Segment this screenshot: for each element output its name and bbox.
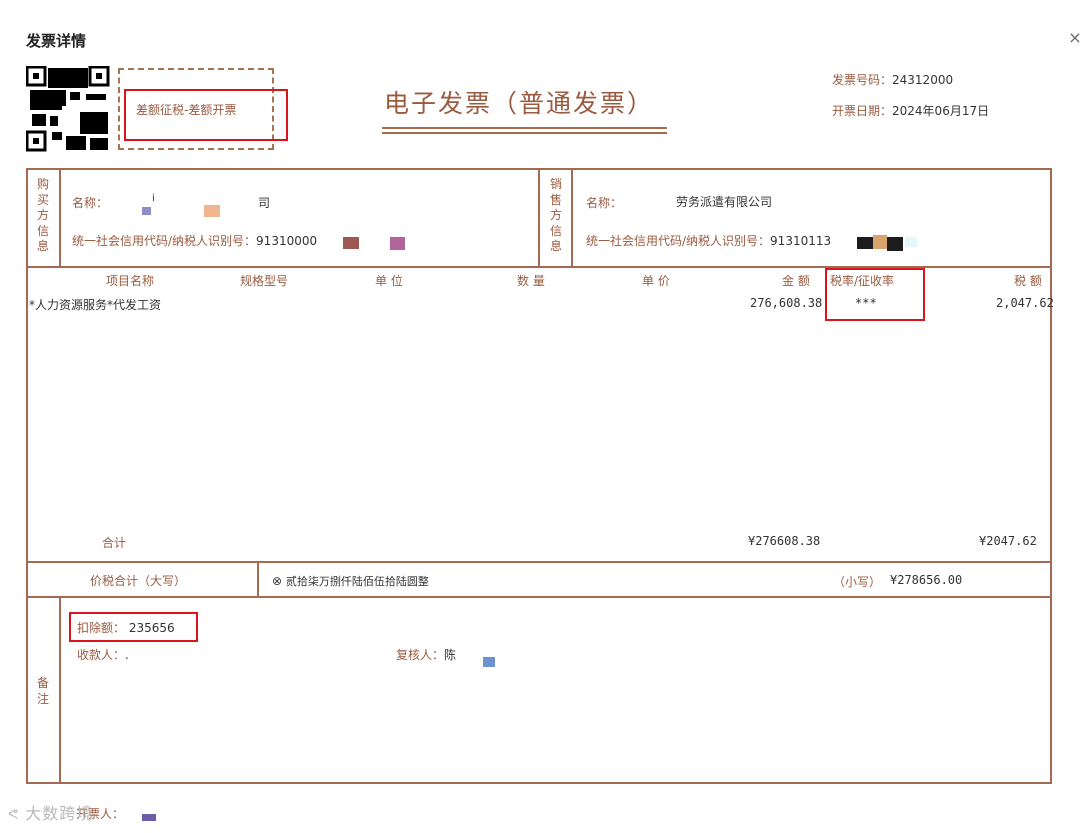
side-char: 息 <box>549 239 562 253</box>
invoice-date-value: 2024年06月17日 <box>892 104 990 118</box>
payee: 收款人：. <box>77 646 129 663</box>
buyer-name-value: 司 <box>258 196 271 210</box>
invoice-number-label: 发票号码： <box>832 73 893 87</box>
differential-tax-mark: 差额征税-差额开票 <box>136 103 237 117</box>
col-header-tax: 税 额 <box>1014 274 1042 288</box>
col-header-qty: 数 量 <box>517 274 545 288</box>
col-header-unit: 单 位 <box>375 274 403 288</box>
grand-total-uppercase-value: 贰拾柒万捌仟陆佰伍拾陆圆整 <box>285 575 429 588</box>
grand-total-small-label: （小写） <box>833 575 882 589</box>
redaction-block <box>343 237 359 249</box>
qr-code <box>26 66 110 152</box>
row-item-name: *人力资源服务*代发工资 <box>29 298 162 312</box>
invoice-date: 开票日期：2024年06月17日 <box>832 102 989 119</box>
dialog-title: 发票详情 <box>26 32 87 50</box>
invoice-number: 发票号码：24312000 <box>832 71 953 88</box>
reviewer-label: 复核人： <box>396 648 445 662</box>
redaction-block <box>390 237 405 250</box>
seller-side-label: 销 售 方 信 息 <box>548 177 564 255</box>
side-char: 注 <box>36 691 49 706</box>
divider <box>59 168 61 268</box>
remarks-side-label: 备 注 <box>35 676 51 707</box>
redaction-block <box>483 657 495 667</box>
divider <box>26 596 1052 598</box>
side-char: 信 <box>36 223 49 238</box>
grand-total-small-value: ¥278656.00 <box>890 573 963 587</box>
buyer-tax-id: 统一社会信用代码/纳税人识别号：91310000 <box>72 232 317 249</box>
reviewer: 复核人：陈 <box>396 646 456 663</box>
divider <box>571 168 573 268</box>
row-rate: *** <box>855 296 877 310</box>
row-amount: 276,608.38 <box>750 296 823 310</box>
side-char: 销 <box>549 177 562 191</box>
buyer-name-fragment: i <box>152 193 155 204</box>
highlight-box-rate <box>825 268 925 321</box>
divider <box>26 561 1052 563</box>
invoice-date-label: 开票日期： <box>832 104 893 118</box>
row-tax: 2,047.62 <box>996 296 1054 310</box>
seller-tax-label: 统一社会信用代码/纳税人识别号： <box>586 234 771 248</box>
side-char: 备 <box>36 676 49 690</box>
seller-name-label: 名称： <box>586 196 623 210</box>
redaction-block <box>204 205 220 217</box>
close-circle-icon: ⊗ <box>272 574 283 588</box>
side-char: 买 <box>36 192 49 207</box>
payee-value: . <box>125 648 129 662</box>
buyer-tax-label: 统一社会信用代码/纳税人识别号： <box>72 234 257 248</box>
redaction-block <box>873 235 887 249</box>
col-header-price: 单 价 <box>642 274 670 288</box>
side-char: 信 <box>549 223 562 238</box>
total-amount: ¥276608.38 <box>748 534 821 548</box>
side-char: 息 <box>36 239 49 253</box>
side-char: 方 <box>36 208 49 222</box>
seller-name-value: 劳务派遣有限公司 <box>676 195 773 209</box>
buyer-side-label: 购 买 方 信 息 <box>35 177 51 255</box>
redaction-block <box>142 207 151 215</box>
side-char: 售 <box>549 192 562 207</box>
divider <box>257 561 259 598</box>
total-label: 合计 <box>102 536 127 550</box>
buyer-name-label: 名称： <box>72 196 109 210</box>
redaction-block <box>857 237 873 249</box>
watermark-logo-icon: ᕙ <box>8 807 20 823</box>
divider <box>59 596 61 784</box>
col-header-item: 项目名称 <box>106 274 155 288</box>
grand-total-label: 价税合计（大写） <box>90 574 187 588</box>
divider <box>538 168 540 268</box>
watermark-text: 大数跨境 <box>25 804 94 823</box>
invoice-number-value: 24312000 <box>892 73 954 87</box>
seller-tax-id: 统一社会信用代码/纳税人识别号：91310113 <box>586 232 831 249</box>
watermark: ᕙ 大数跨境 <box>8 800 93 824</box>
highlight-box-deduction <box>69 612 198 642</box>
reviewer-value: 陈 <box>444 648 457 662</box>
payee-label: 收款人： <box>77 648 126 662</box>
seller-tax-value: 91310113 <box>770 234 832 248</box>
col-header-amount: 金 额 <box>782 274 810 288</box>
title-underline <box>382 127 667 129</box>
col-header-spec: 规格型号 <box>240 274 289 288</box>
side-char: 方 <box>549 208 562 222</box>
title-underline <box>382 132 667 134</box>
grand-total-uppercase: ⊗ 贰拾柒万捌仟陆佰伍拾陆圆整 <box>272 573 429 589</box>
redaction-block <box>887 237 903 251</box>
redaction-block <box>142 814 156 821</box>
close-icon[interactable]: × <box>1068 28 1080 47</box>
total-tax: ¥2047.62 <box>979 534 1037 548</box>
side-char: 购 <box>36 177 49 191</box>
invoice-title: 电子发票（普通发票） <box>384 89 655 118</box>
buyer-tax-value: 91310000 <box>256 234 318 248</box>
redaction-block <box>905 237 917 247</box>
